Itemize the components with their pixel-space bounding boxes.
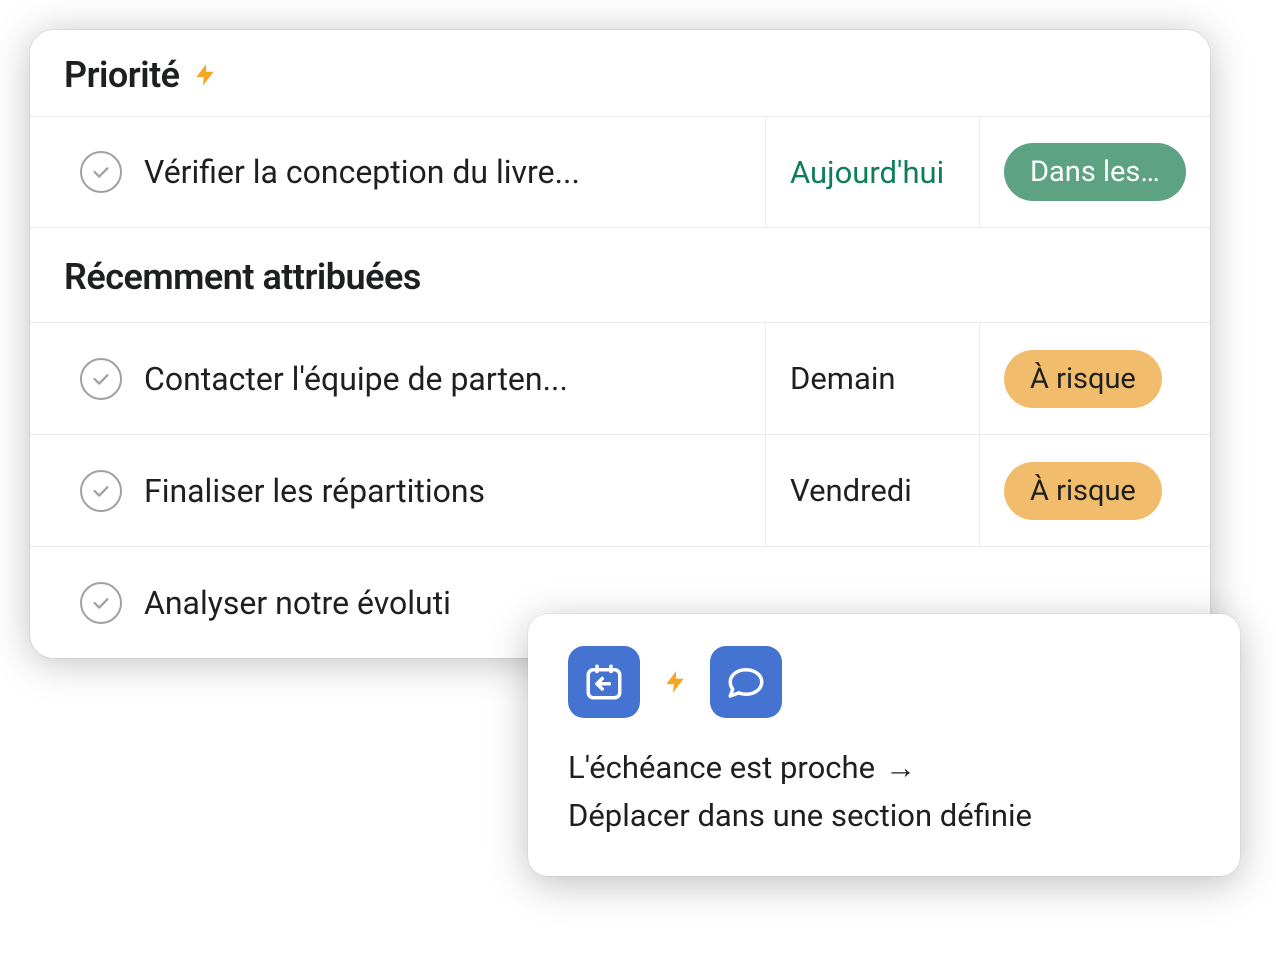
task-main-cell: Finaliser les répartitions [30,435,766,546]
task-row[interactable]: Contacter l'équipe de parten... Demain À… [30,322,1210,434]
task-title: Finaliser les répartitions [144,472,485,510]
task-row[interactable]: Vérifier la conception du livre... Aujou… [30,116,1210,228]
due-date-text: Aujourd'hui [790,154,944,191]
status-cell[interactable]: Dans les... [980,117,1210,227]
status-cell[interactable]: À risque [980,323,1210,434]
section-title: Priorité [64,54,180,96]
bolt-icon [662,669,688,695]
popup-trigger-row[interactable]: L'échéance est proche → [568,744,1200,792]
popup-action-text: Déplacer dans une section définie [568,792,1032,840]
rule-popup: L'échéance est proche → Déplacer dans un… [528,614,1240,876]
status-pill: Dans les... [1004,143,1186,201]
arrow-right-icon: → [885,744,916,792]
popup-action-row[interactable]: Déplacer dans une section définie [568,792,1200,840]
task-title: Analyser notre évoluti [144,584,451,622]
status-cell[interactable]: À risque [980,435,1210,546]
task-row[interactable]: Finaliser les répartitions Vendredi À ri… [30,434,1210,546]
task-main-cell: Vérifier la conception du livre... [30,117,766,227]
complete-checkbox[interactable] [80,151,122,193]
section-title: Récemment attribuées [64,256,421,298]
popup-icons-row [568,646,1200,718]
section-header-recent: Récemment attribuées [30,228,1210,322]
popup-trigger-text: L'échéance est proche [568,744,875,792]
complete-checkbox[interactable] [80,358,122,400]
task-title: Vérifier la conception du livre... [144,153,580,191]
task-title: Contacter l'équipe de parten... [144,360,568,398]
task-main-cell: Contacter l'équipe de parten... [30,323,766,434]
due-date-cell[interactable]: Demain [766,323,980,434]
task-list-card: Priorité Vérifier la conception du livre… [30,30,1210,658]
bolt-icon [192,62,218,88]
due-date-cell[interactable]: Aujourd'hui [766,117,980,227]
section-header-priority: Priorité [30,30,1210,116]
complete-checkbox[interactable] [80,582,122,624]
status-pill: À risque [1004,350,1162,408]
comment-icon[interactable] [710,646,782,718]
calendar-back-icon[interactable] [568,646,640,718]
due-date-text: Vendredi [790,472,912,509]
due-date-cell[interactable]: Vendredi [766,435,980,546]
due-date-text: Demain [790,360,896,397]
status-pill: À risque [1004,462,1162,520]
complete-checkbox[interactable] [80,470,122,512]
